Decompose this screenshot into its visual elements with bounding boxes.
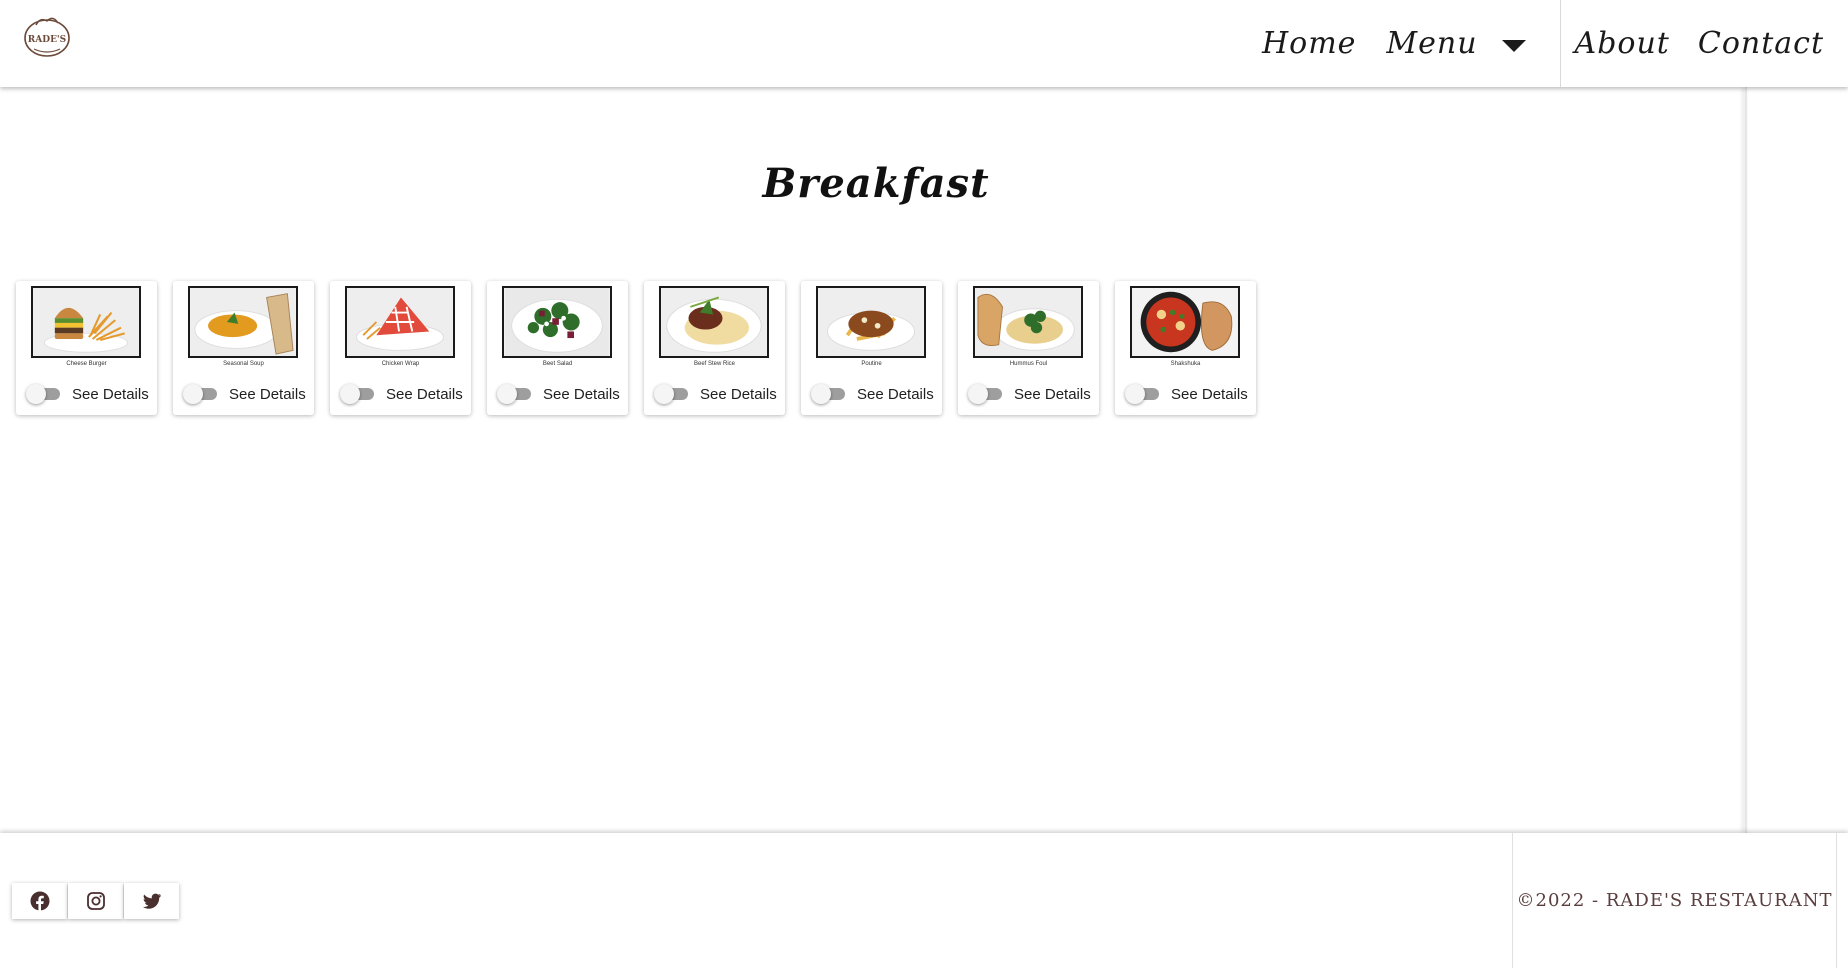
toggle-switch[interactable] <box>340 384 374 404</box>
toggle-label: See Details <box>857 385 934 403</box>
main-nav: Home Menu About Contact <box>1262 0 1848 87</box>
menu-card: Chicken Wrap See Details <box>330 281 471 415</box>
toggle-knob <box>968 384 988 404</box>
toggle-switch[interactable] <box>968 384 1002 404</box>
nav-divider <box>1559 0 1561 87</box>
see-details-toggle[interactable]: See Details <box>26 384 149 404</box>
instagram-icon <box>86 892 105 910</box>
see-details-toggle[interactable]: See Details <box>968 384 1091 404</box>
nav-menu-dropdown[interactable]: Menu <box>1386 26 1526 61</box>
menu-card-list: Cheese Burger See Details Seasonal Soup <box>16 281 1256 415</box>
nav-menu-link[interactable]: Menu <box>1386 26 1477 61</box>
menu-card: Shakshuka See Details <box>1115 281 1256 415</box>
stew-image <box>659 286 769 358</box>
see-details-toggle[interactable]: See Details <box>1125 384 1248 404</box>
see-details-toggle[interactable]: See Details <box>340 384 463 404</box>
see-details-toggle[interactable]: See Details <box>811 384 934 404</box>
toggle-label: See Details <box>700 385 777 403</box>
dish-name: Shakshuka <box>1170 361 1201 367</box>
facebook-button[interactable] <box>12 883 67 919</box>
toggle-label: See Details <box>229 385 306 403</box>
toggle-knob <box>654 384 674 404</box>
nav-about-link[interactable]: About <box>1575 26 1670 61</box>
toggle-switch[interactable] <box>26 384 60 404</box>
soup-image <box>188 286 298 358</box>
twitter-button[interactable] <box>124 883 179 919</box>
menu-card: Poutine See Details <box>801 281 942 415</box>
see-details-toggle[interactable]: See Details <box>654 384 777 404</box>
dish-name: Cheese Burger <box>66 361 107 367</box>
nav-home-link[interactable]: Home <box>1262 26 1356 61</box>
copyright-panel: ©2022 - RADE'S RESTAURANT <box>1512 833 1837 968</box>
dish-name: Poutine <box>861 361 882 367</box>
top-navbar: RADE'S Home Menu About Contact <box>0 0 1848 87</box>
toggle-knob <box>1125 384 1145 404</box>
shakshuka-image <box>1130 286 1240 358</box>
caret-down-icon[interactable] <box>1501 39 1526 52</box>
menu-card: Beef Stew Rice See Details <box>644 281 785 415</box>
toggle-knob <box>811 384 831 404</box>
toggle-switch[interactable] <box>183 384 217 404</box>
site-footer: ©2022 - RADE'S RESTAURANT <box>0 833 1848 968</box>
poutine-image <box>816 286 926 358</box>
toggle-label: See Details <box>543 385 620 403</box>
wrap-image <box>345 286 455 358</box>
toggle-knob <box>497 384 517 404</box>
salad-image <box>502 286 612 358</box>
menu-card: Cheese Burger See Details <box>16 281 157 415</box>
dish-name: Beet Salad <box>542 361 573 367</box>
toggle-switch[interactable] <box>654 384 688 404</box>
menu-card: Beet Salad See Details <box>487 281 628 415</box>
burger-image <box>31 286 141 358</box>
hummus-image <box>973 286 1083 358</box>
social-links <box>12 883 180 919</box>
toggle-switch[interactable] <box>497 384 531 404</box>
toggle-label: See Details <box>1171 385 1248 403</box>
section-title: Breakfast <box>762 160 990 207</box>
toggle-knob <box>340 384 360 404</box>
toggle-label: See Details <box>386 385 463 403</box>
dish-name: Beef Stew Rice <box>693 361 736 367</box>
toggle-label: See Details <box>72 385 149 403</box>
dish-name: Seasonal Soup <box>223 361 264 367</box>
nav-contact-link[interactable]: Contact <box>1698 26 1824 61</box>
toggle-switch[interactable] <box>1125 384 1159 404</box>
dish-name: Hummus Foul <box>1009 361 1048 367</box>
svg-text:RADE'S: RADE'S <box>28 35 66 45</box>
copyright-text: ©2022 - RADE'S RESTAURANT <box>1516 890 1833 911</box>
toggle-knob <box>26 384 46 404</box>
menu-card: Seasonal Soup See Details <box>173 281 314 415</box>
toggle-knob <box>183 384 203 404</box>
twitter-icon <box>142 893 161 909</box>
restaurant-logo[interactable]: RADE'S <box>22 15 72 59</box>
see-details-toggle[interactable]: See Details <box>497 384 620 404</box>
dish-name: Chicken Wrap <box>381 361 420 367</box>
instagram-button[interactable] <box>68 883 123 919</box>
see-details-toggle[interactable]: See Details <box>183 384 306 404</box>
menu-card: Hummus Foul See Details <box>958 281 1099 415</box>
toggle-label: See Details <box>1014 385 1091 403</box>
facebook-icon <box>30 891 49 911</box>
toggle-switch[interactable] <box>811 384 845 404</box>
logo-icon: RADE'S <box>24 17 70 57</box>
